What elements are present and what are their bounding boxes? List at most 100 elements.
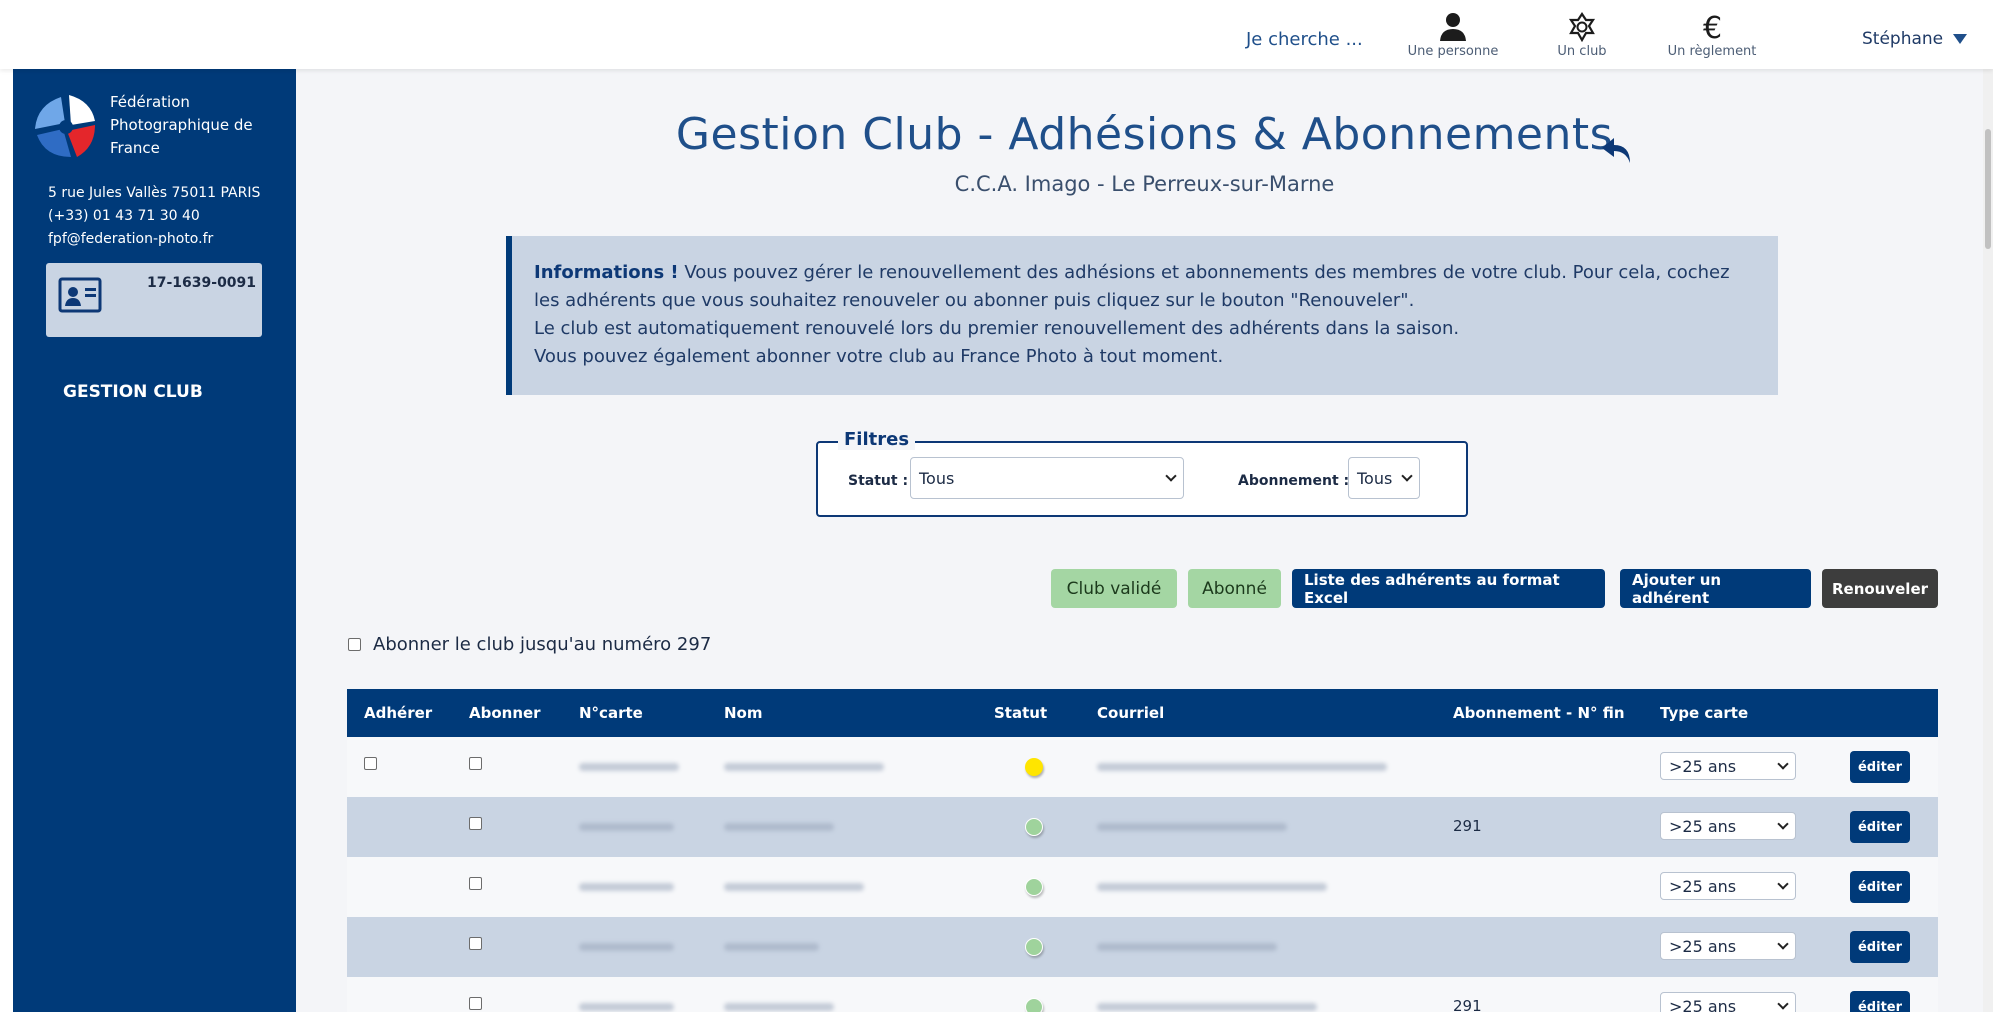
federation-email[interactable]: fpf@federation-photo.fr xyxy=(48,228,293,251)
abonner-club-checkbox[interactable] xyxy=(348,638,361,651)
table-row: 291 >25 ans éditer xyxy=(347,797,1938,857)
chevron-down-icon xyxy=(1777,818,1789,830)
nav-reglement[interactable]: € Un règlement xyxy=(1652,12,1772,59)
edit-button[interactable]: éditer xyxy=(1850,871,1910,903)
nav-person[interactable]: Une personne xyxy=(1393,12,1513,59)
status-indicator xyxy=(1025,998,1043,1012)
abonnement-label: Abonnement : xyxy=(1238,473,1350,489)
filters-box: Filtres Statut : Tous Abonnement : Tous xyxy=(816,429,1468,517)
table-row: 291 >25 ans éditer xyxy=(347,977,1938,1012)
abonner-club-label: Abonner le club jusqu'au numéro 297 xyxy=(373,634,712,655)
add-member-button[interactable]: Ajouter un adhérent xyxy=(1620,569,1811,608)
filters-legend: Filtres xyxy=(838,429,916,450)
abonne-button[interactable]: Abonné xyxy=(1188,569,1281,608)
federation-contact: 5 rue Jules Vallès 75011 PARIS (+33) 01 … xyxy=(48,182,293,251)
abonnement-select[interactable]: Tous xyxy=(1348,457,1420,499)
abonner-checkbox[interactable] xyxy=(469,997,482,1010)
status-indicator xyxy=(1025,818,1043,836)
top-bar: Je cherche ... Une personne Un club € Un… xyxy=(0,0,1993,69)
federation-phone: (+33) 01 43 71 30 40 xyxy=(48,208,200,224)
scrollbar-thumb[interactable] xyxy=(1985,129,1991,249)
nav-club[interactable]: Un club xyxy=(1522,12,1642,59)
type-carte-value: >25 ans xyxy=(1669,936,1737,956)
sidebar-item-gestion-club[interactable]: GESTION CLUB xyxy=(63,382,203,402)
title-row: Gestion Club - Adhésions & Abonnements xyxy=(296,109,1993,160)
person-icon xyxy=(1440,13,1466,41)
nav-person-label: Une personne xyxy=(1407,44,1499,59)
abonnement-fin: 291 xyxy=(1453,997,1482,1012)
abonner-checkbox[interactable] xyxy=(469,877,482,890)
type-carte-select[interactable]: >25 ans xyxy=(1660,812,1796,840)
abonner-club-row: Abonner le club jusqu'au numéro 297 xyxy=(348,634,711,655)
card-number: 17-1639-0091 xyxy=(147,275,257,291)
edit-button[interactable]: éditer xyxy=(1850,811,1910,843)
federation-address: 5 rue Jules Vallès 75011 PARIS xyxy=(48,185,261,201)
user-name: Stéphane xyxy=(1862,29,1944,49)
chevron-down-icon xyxy=(1777,758,1789,770)
type-carte-value: >25 ans xyxy=(1669,816,1737,836)
statut-label: Statut : xyxy=(848,473,909,489)
club-subtitle: C.C.A. Imago - Le Perreux-sur-Marne xyxy=(954,172,1335,196)
col-nom: Nom xyxy=(724,704,763,722)
club-icon xyxy=(1568,12,1596,42)
edit-button[interactable]: éditer xyxy=(1850,931,1910,963)
svg-text:€: € xyxy=(1703,12,1722,42)
excel-export-button[interactable]: Liste des adhérents au format Excel xyxy=(1292,569,1605,608)
table-header: Adhérer Abonner N°carte Nom Statut Courr… xyxy=(347,689,1938,737)
email-redacted xyxy=(1097,943,1277,951)
abonner-checkbox[interactable] xyxy=(469,757,482,770)
chevron-down-icon xyxy=(1165,470,1177,482)
col-adherer: Adhérer xyxy=(364,704,433,722)
chevron-down-icon xyxy=(1777,938,1789,950)
search-link[interactable]: Je cherche ... xyxy=(1246,29,1363,50)
renew-button[interactable]: Renouveler xyxy=(1822,569,1938,608)
col-type-carte: Type carte xyxy=(1660,704,1749,722)
col-statut: Statut xyxy=(994,704,1048,722)
federation-logo[interactable] xyxy=(31,91,101,161)
type-carte-select[interactable]: >25 ans xyxy=(1660,992,1796,1012)
statut-value: Tous xyxy=(919,468,955,488)
name-redacted xyxy=(724,763,884,771)
col-courriel: Courriel xyxy=(1097,704,1165,722)
member-card[interactable]: 17-1639-0091 xyxy=(46,263,262,337)
adherer-checkbox[interactable] xyxy=(364,757,377,770)
statut-select[interactable]: Tous xyxy=(910,457,1184,499)
info-text-1: Vous pouvez gérer le renouvellement des … xyxy=(534,262,1730,311)
card-number-redacted xyxy=(579,1003,674,1011)
table-row: >25 ans éditer xyxy=(347,857,1938,917)
info-box: Informations ! Vous pouvez gérer le reno… xyxy=(506,236,1778,395)
club-valide-button[interactable]: Club validé xyxy=(1051,569,1177,608)
email-redacted xyxy=(1097,883,1327,891)
type-carte-select[interactable]: >25 ans xyxy=(1660,932,1796,960)
table-row: >25 ans éditer xyxy=(347,917,1938,977)
members-table: Adhérer Abonner N°carte Nom Statut Courr… xyxy=(347,689,1938,1012)
page-scrollbar[interactable] xyxy=(1983,69,1993,1012)
back-arrow-icon[interactable] xyxy=(1600,135,1634,165)
edit-button[interactable]: éditer xyxy=(1850,751,1910,783)
user-menu[interactable]: Stéphane xyxy=(1862,29,1968,49)
type-carte-select[interactable]: >25 ans xyxy=(1660,752,1796,780)
edit-button[interactable]: éditer xyxy=(1850,991,1910,1012)
col-abonnement-fin: Abonnement - N° fin xyxy=(1453,704,1625,722)
name-redacted xyxy=(724,823,834,831)
name-redacted xyxy=(724,883,864,891)
type-carte-select[interactable]: >25 ans xyxy=(1660,872,1796,900)
abonnement-value: Tous xyxy=(1357,468,1393,488)
page-title: Gestion Club - Adhésions & Abonnements xyxy=(675,109,1614,160)
name-redacted xyxy=(724,1003,834,1011)
email-redacted xyxy=(1097,1003,1317,1011)
chevron-down-icon xyxy=(1401,470,1413,482)
info-bold: Informations ! xyxy=(534,262,679,283)
chevron-down-icon xyxy=(1777,878,1789,890)
name-redacted xyxy=(724,943,819,951)
status-indicator xyxy=(1025,878,1043,896)
info-line-1: Informations ! Vous pouvez gérer le reno… xyxy=(534,259,1756,315)
nav-reglement-label: Un règlement xyxy=(1667,44,1757,59)
card-number-redacted xyxy=(579,883,674,891)
col-abonner: Abonner xyxy=(469,704,541,722)
abonner-checkbox[interactable] xyxy=(469,817,482,830)
info-line-2: Le club est automatiquement renouvelé lo… xyxy=(534,318,1460,339)
abonner-checkbox[interactable] xyxy=(469,937,482,950)
type-carte-value: >25 ans xyxy=(1669,876,1737,896)
card-number-redacted xyxy=(579,943,674,951)
